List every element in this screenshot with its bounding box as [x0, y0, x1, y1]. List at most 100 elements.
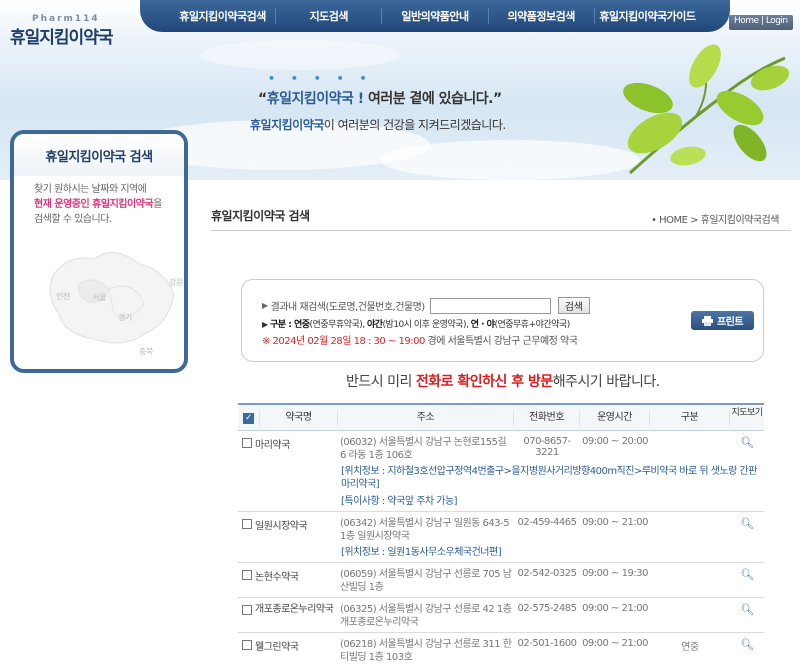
- check-icon: ✓: [243, 412, 254, 424]
- sidebar-desc-line2: 현재 운영중인 휴일지킴이약국을: [34, 197, 168, 212]
- leaves-illustration: [623, 44, 790, 175]
- row-checkbox[interactable]: [242, 640, 252, 650]
- map-magnifier-icon[interactable]: 🔍︎: [730, 566, 764, 581]
- col-type: 구분: [650, 409, 730, 426]
- pharmacy-phone: 02-501-1600: [517, 638, 577, 649]
- pharmacy-type: [650, 515, 730, 517]
- pharmacy-phone: 02-575-2485: [517, 603, 577, 614]
- pharmacy-name: 개포종로온누리약국: [255, 604, 334, 615]
- page-title: 휴일지킴이약국 검색: [211, 209, 310, 223]
- sidebar-desc-highlight: 현재 운영중인 휴일지킴이약국: [34, 199, 154, 210]
- legend-yearround-desc: (연중무휴약국),: [309, 320, 367, 330]
- map-magnifier-icon[interactable]: 🔍︎: [730, 434, 764, 449]
- date-notice-rest: 경에 서울특별시 강남구 근무예정 약국: [424, 336, 578, 347]
- pharmacy-location-info: [위치정보 : 지하철3호선압구정역4번출구>을지병원사거리방향400m직진>루…: [341, 466, 757, 490]
- research-label: 결과내 재검색(도로명,건물번호,건물명): [270, 302, 426, 313]
- main-nav: 휴일지킴이약국검색 지도검색 일반의약품안내 의약품정보검색 휴일지킴이약국가이…: [140, 0, 730, 32]
- research-input[interactable]: [429, 297, 551, 314]
- pharmacy-address: (06325) 서울특별시 강남구 선릉로 42 1층 개포종로온누리약국: [340, 604, 512, 628]
- type-legend: ▶ 구분 : 연중(연중무휴약국), 야간(밤10시 이후 운영약국), 연 ·…: [262, 317, 570, 330]
- pharmacy-special-info: [특이사항 : 약국앞 주차 가능]: [341, 496, 458, 507]
- col-name: 약국명: [260, 409, 338, 426]
- pharmacy-name-cell: 마리약국: [238, 434, 338, 451]
- nav-item-map-search[interactable]: 지도검색: [276, 8, 383, 24]
- map-magnifier-icon[interactable]: 🔍︎: [730, 515, 764, 530]
- table-row: 논현수약국 (06059) 서울특별시 강남구 선릉로 705 남산빌딩 1층 …: [238, 563, 764, 598]
- pharmacy-extra-info: [위치정보 : 지하철3호선압구정역4번출구>을지병원사거리방향400m직진>루…: [341, 465, 764, 508]
- sidebar-search-box: 휴일지킴이약국 검색 찾기 원하시는 날짜와 지역에 현재 운영중인 휴일지킴이…: [10, 130, 188, 373]
- decorative-dots: • • • • •: [268, 72, 373, 85]
- nav-item-pharmacy-guide[interactable]: 휴일지킴이약국가이드: [595, 8, 700, 24]
- subslogan-rest: 이 여러분의 건강을 지켜드리겠습니다.: [323, 118, 506, 132]
- triangle-bullet-icon: ▶: [262, 320, 268, 329]
- pharmacy-location-info: [위치정보 : 일원1동사무소우체국건너편]: [341, 547, 502, 558]
- pharmacy-name: 일원시장약국: [255, 521, 308, 532]
- slogan-highlight: 휴일지킴이약국 !: [266, 91, 364, 107]
- call-ahead-notice: 반드시 미리 전화로 확인하신 후 방문해주시기 바랍니다.: [346, 371, 660, 391]
- pharmacy-hours: 09:00 ~ 21:00: [582, 603, 648, 614]
- map-magnifier-icon[interactable]: 🔍︎: [730, 636, 764, 651]
- logo-korean: 휴일지킴이약국: [10, 28, 113, 48]
- map-magnifier-icon[interactable]: 🔍︎: [730, 601, 764, 616]
- map-label-chungbuk[interactable]: 충북: [139, 346, 153, 357]
- pharmacy-type: [650, 601, 730, 603]
- slogan-rest: 여러분 곁에 있습니다.”: [363, 91, 502, 107]
- pharmacy-phone: 02-459-4465: [517, 517, 577, 528]
- table-row: 웰그린약국 (06218) 서울특별시 강남구 선릉로 311 한티빌딩 1층 …: [238, 633, 764, 667]
- legend-prefix: 구분 :: [270, 320, 294, 330]
- row-checkbox[interactable]: [242, 570, 252, 580]
- pharmacy-phone: 070-8657-3221: [523, 436, 571, 458]
- pharmacy-phone: 02-542-0325: [517, 568, 577, 579]
- banner-subslogan: 휴일지킴이약국이 여러분의 건강을 지켜드리겠습니다.: [250, 116, 506, 133]
- notice-highlight: 전화로 확인하신 후 방문: [415, 374, 553, 390]
- select-all-checkbox[interactable]: ✓: [238, 409, 260, 426]
- col-phone: 전화번호: [514, 409, 580, 426]
- pharmacy-address: (06059) 서울특별시 강남구 선릉로 705 남산빌딩 1층: [340, 569, 512, 593]
- breadcrumb[interactable]: • HOME > 휴일지킴이약국검색: [651, 211, 779, 226]
- date-notice-time: ※ 2024년 02월 28일 18 : 30 ~ 19:00: [262, 336, 425, 347]
- table-header: ✓ 약국명 주소 전화번호 운영시간 구분 지도보기: [238, 403, 764, 431]
- research-row: ▶ 결과내 재검색(도로명,건물번호,건물명) 검색: [262, 297, 591, 314]
- search-panel: ▶ 결과내 재검색(도로명,건물번호,건물명) 검색 ▶ 구분 : 연중(연중무…: [241, 279, 764, 362]
- sidebar-desc-suffix: 을: [153, 199, 162, 210]
- nav-item-drug-info[interactable]: 의약품정보검색: [489, 8, 595, 24]
- print-label: 프린트: [716, 317, 744, 328]
- pharmacy-hours: 09:00 ~ 19:30: [582, 568, 648, 579]
- pharmacy-type: 연중: [681, 642, 699, 653]
- cloud-shape: [200, 40, 400, 70]
- pharmacy-name-cell: 논현수약국: [238, 566, 338, 583]
- legend-night-desc: (밤10시 이후 운영약국),: [382, 320, 471, 330]
- col-address: 주소: [338, 409, 514, 426]
- banner-slogan: “휴일지킴이약국 ! 여러분 곁에 있습니다.”: [258, 88, 502, 108]
- legend-both: 연 · 야: [470, 320, 495, 330]
- pharmacy-hours: 09:00 ~ 21:00: [582, 517, 648, 528]
- row-checkbox[interactable]: [242, 438, 252, 448]
- nav-item-pharmacy-search[interactable]: 휴일지킴이약국검색: [170, 8, 277, 24]
- date-notice: ※ 2024년 02월 28일 18 : 30 ~ 19:00 경에 서울특별시…: [262, 332, 578, 347]
- nav-item-otc-guide[interactable]: 일반의약품안내: [382, 8, 489, 24]
- sidebar-description: 찾기 원하시는 날짜와 지역에 현재 운영중인 휴일지킴이약국을 검색할 수 있…: [14, 176, 184, 227]
- notice-pre: 반드시 미리: [346, 374, 416, 390]
- print-button[interactable]: 프린트: [691, 311, 754, 330]
- sidebar-desc-line3: 검색할 수 있습니다.: [34, 214, 112, 225]
- map-label-gyeonggi[interactable]: 경기: [118, 312, 132, 323]
- search-button[interactable]: 검색: [557, 297, 591, 314]
- sidebar-desc-line1: 찾기 원하시는 날짜와 지역에: [34, 184, 147, 195]
- printer-icon: [701, 315, 713, 326]
- pharmacy-table: ✓ 약국명 주소 전화번호 운영시간 구분 지도보기 마리약국 (06032) …: [238, 403, 764, 667]
- pharmacy-name-cell: 웰그린약국: [238, 636, 338, 653]
- legend-both-desc: (연중무휴+야간약국): [494, 320, 570, 330]
- site-logo[interactable]: Pharm114 휴일지킴이약국: [10, 14, 113, 48]
- row-checkbox[interactable]: [242, 605, 252, 615]
- map-label-incheon[interactable]: 인천: [56, 291, 70, 302]
- pharmacy-address: (06218) 서울특별시 강남구 선릉로 311 한티빌딩 1층 103호: [340, 639, 512, 663]
- legend-night: 야간: [366, 320, 383, 330]
- map-label-gangwon[interactable]: 강원: [169, 277, 183, 288]
- map-label-seoul[interactable]: 서울: [92, 292, 106, 303]
- home-login-button[interactable]: Home | Login: [729, 15, 793, 30]
- triangle-bullet-icon: ▶: [262, 301, 268, 310]
- pharmacy-name-cell: 일원시장약국: [238, 515, 338, 532]
- row-checkbox[interactable]: [242, 519, 252, 529]
- pharmacy-name: 웰그린약국: [255, 642, 299, 653]
- notice-post: 해주시기 바랍니다.: [552, 374, 660, 390]
